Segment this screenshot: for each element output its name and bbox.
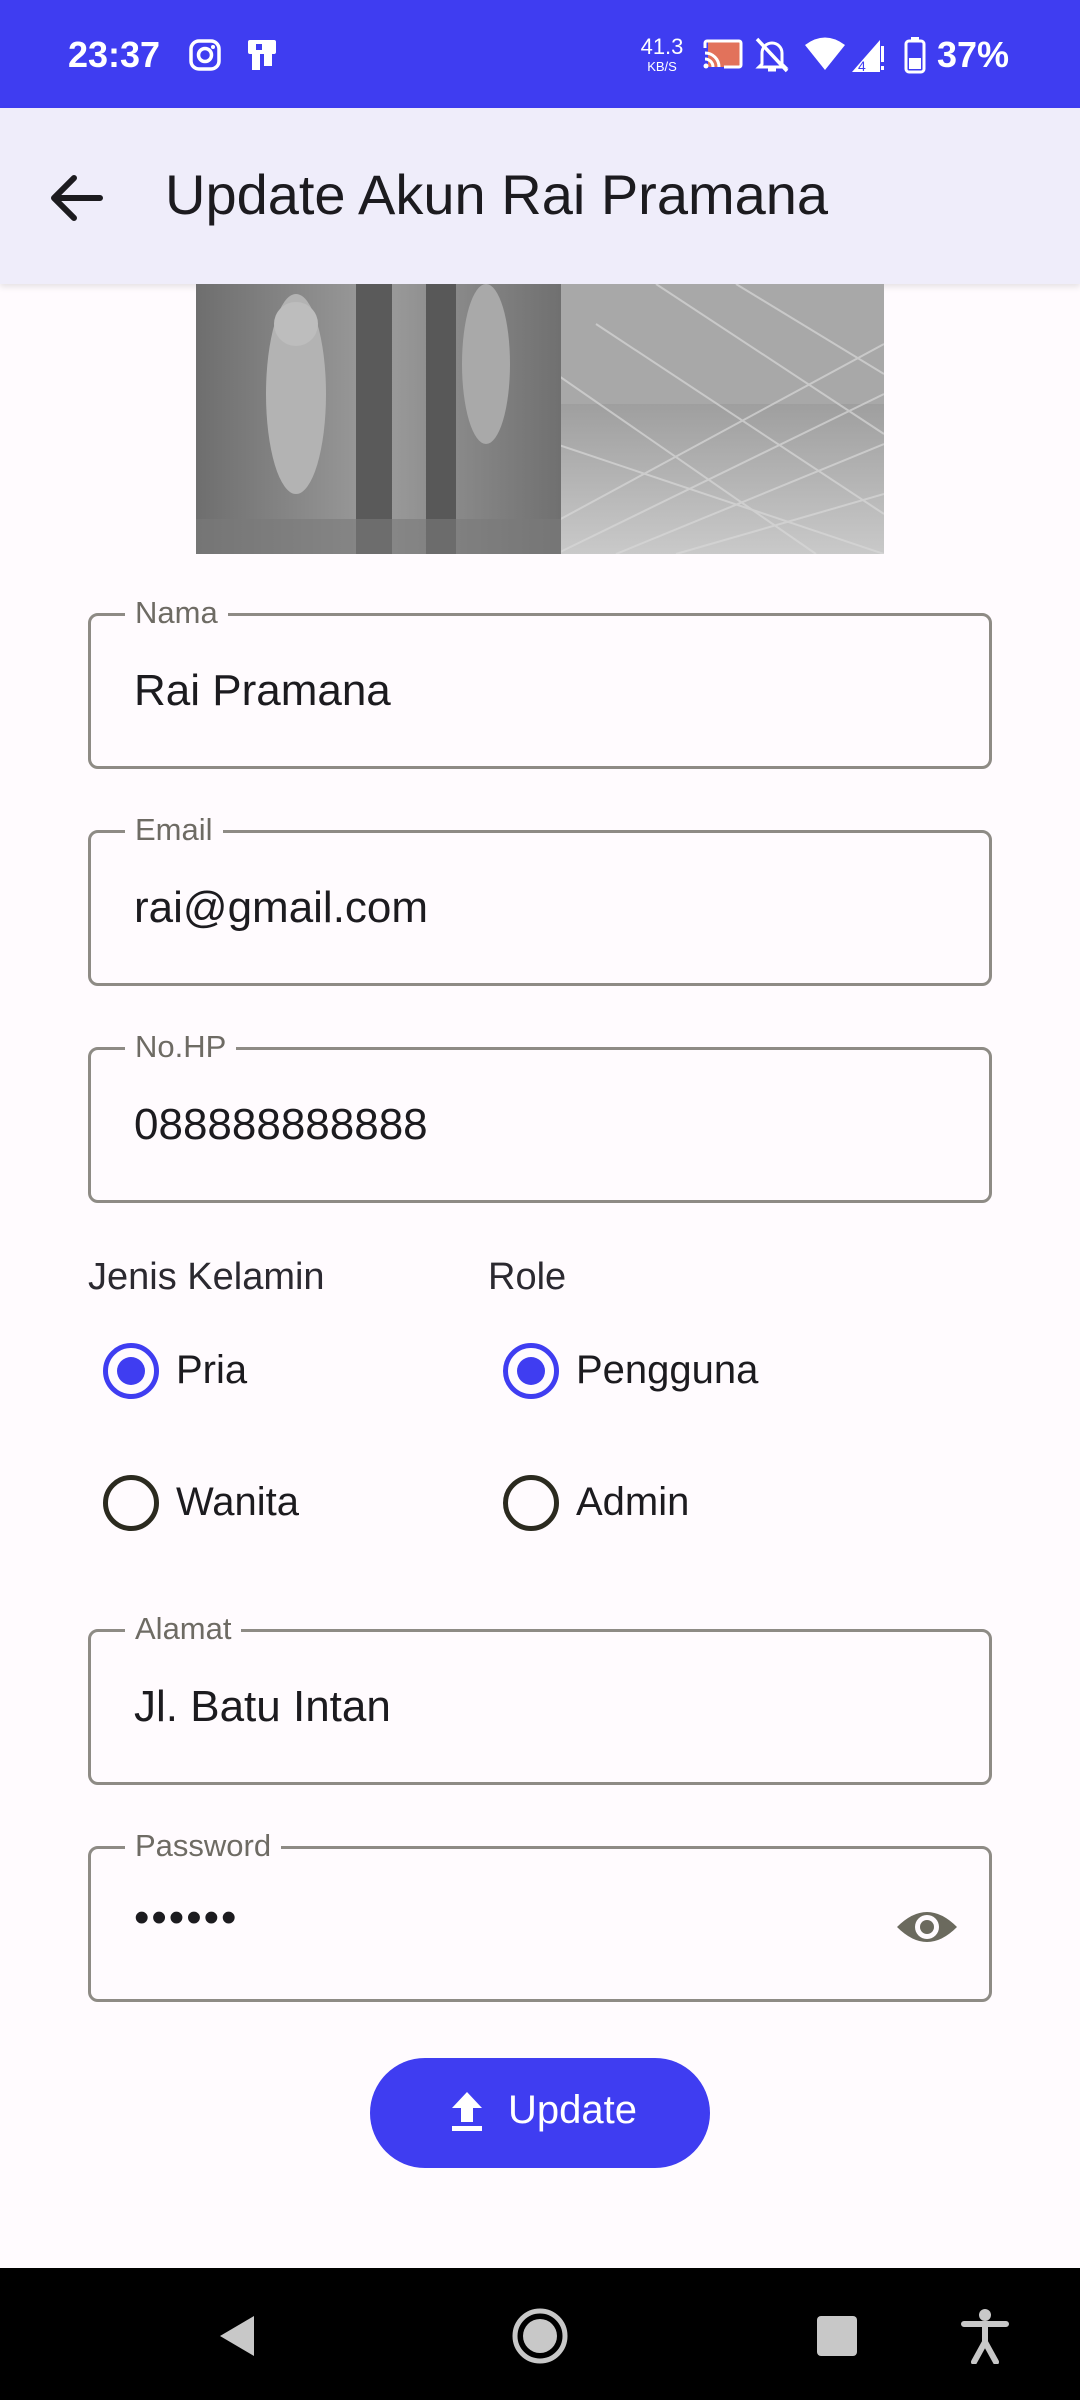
upload-icon [442, 2088, 492, 2138]
gender-radio-wanita[interactable] [103, 1475, 159, 1531]
role-group-label: Role [488, 1256, 567, 1298]
status-time: 23:37 [68, 34, 161, 75]
home-circle-icon[interactable] [510, 2306, 570, 2371]
battery-percentage: 37% [937, 34, 1010, 75]
accessibility-icon[interactable] [960, 2308, 1010, 2369]
net-speed-unit: KB/S [647, 59, 677, 74]
phone-input[interactable]: 088888888888 [134, 1100, 428, 1150]
eye-icon[interactable] [895, 1895, 959, 1959]
profile-photo [196, 284, 884, 554]
page-title: Update Akun Rai Pramana [165, 163, 829, 226]
recents-square-icon[interactable] [815, 2314, 859, 2363]
instagram-icon [188, 38, 222, 77]
nama-input[interactable]: Rai Pramana [134, 666, 391, 716]
mute-icon [754, 36, 790, 79]
wifi-icon [804, 36, 846, 77]
role-label-admin[interactable]: Admin [576, 1480, 689, 1525]
navigation-bar [0, 2268, 1080, 2400]
role-radio-pengguna[interactable] [503, 1343, 559, 1399]
gender-label-wanita[interactable]: Wanita [176, 1480, 299, 1525]
phone-label: No.HP [125, 1030, 237, 1064]
battery-icon [904, 36, 926, 79]
back-triangle-icon[interactable] [214, 2312, 262, 2365]
status-bar: 23:37 41.3 KB/S 4 37% [0, 0, 1080, 108]
svg-text:4: 4 [858, 58, 866, 74]
email-input[interactable]: rai@gmail.com [134, 883, 428, 933]
nama-label: Nama [125, 596, 228, 630]
password-input[interactable]: •••••• [134, 1893, 238, 1943]
update-button[interactable]: Update [370, 2058, 710, 2168]
password-label: Password [125, 1829, 282, 1863]
password-field[interactable]: Password •••••• [88, 1829, 992, 2002]
notification-app-icon [242, 36, 280, 79]
gender-radio-pria[interactable] [103, 1343, 159, 1399]
app-bar: Update Akun Rai Pramana [0, 108, 1080, 284]
cast-icon [702, 38, 744, 77]
role-label-pengguna[interactable]: Pengguna [576, 1348, 758, 1393]
gender-group-label: Jenis Kelamin [88, 1256, 325, 1298]
alamat-field[interactable]: Alamat Jl. Batu Intan [88, 1612, 992, 1785]
net-speed-value: 41.3 [640, 34, 684, 59]
nama-field[interactable]: Nama Rai Pramana [88, 596, 992, 769]
email-field[interactable]: Email rai@gmail.com [88, 813, 992, 986]
email-label: Email [125, 813, 223, 847]
update-button-label: Update [508, 2088, 637, 2132]
alamat-label: Alamat [125, 1612, 242, 1646]
phone-field[interactable]: No.HP 088888888888 [88, 1030, 992, 1203]
alamat-input[interactable]: Jl. Batu Intan [134, 1682, 391, 1732]
arrow-back-icon [51, 175, 103, 221]
back-button[interactable] [44, 166, 108, 230]
network-speed: 41.3 KB/S [636, 34, 688, 74]
role-radio-admin[interactable] [503, 1475, 559, 1531]
signal-icon: 4 [848, 36, 886, 79]
gender-label-pria[interactable]: Pria [176, 1348, 247, 1393]
